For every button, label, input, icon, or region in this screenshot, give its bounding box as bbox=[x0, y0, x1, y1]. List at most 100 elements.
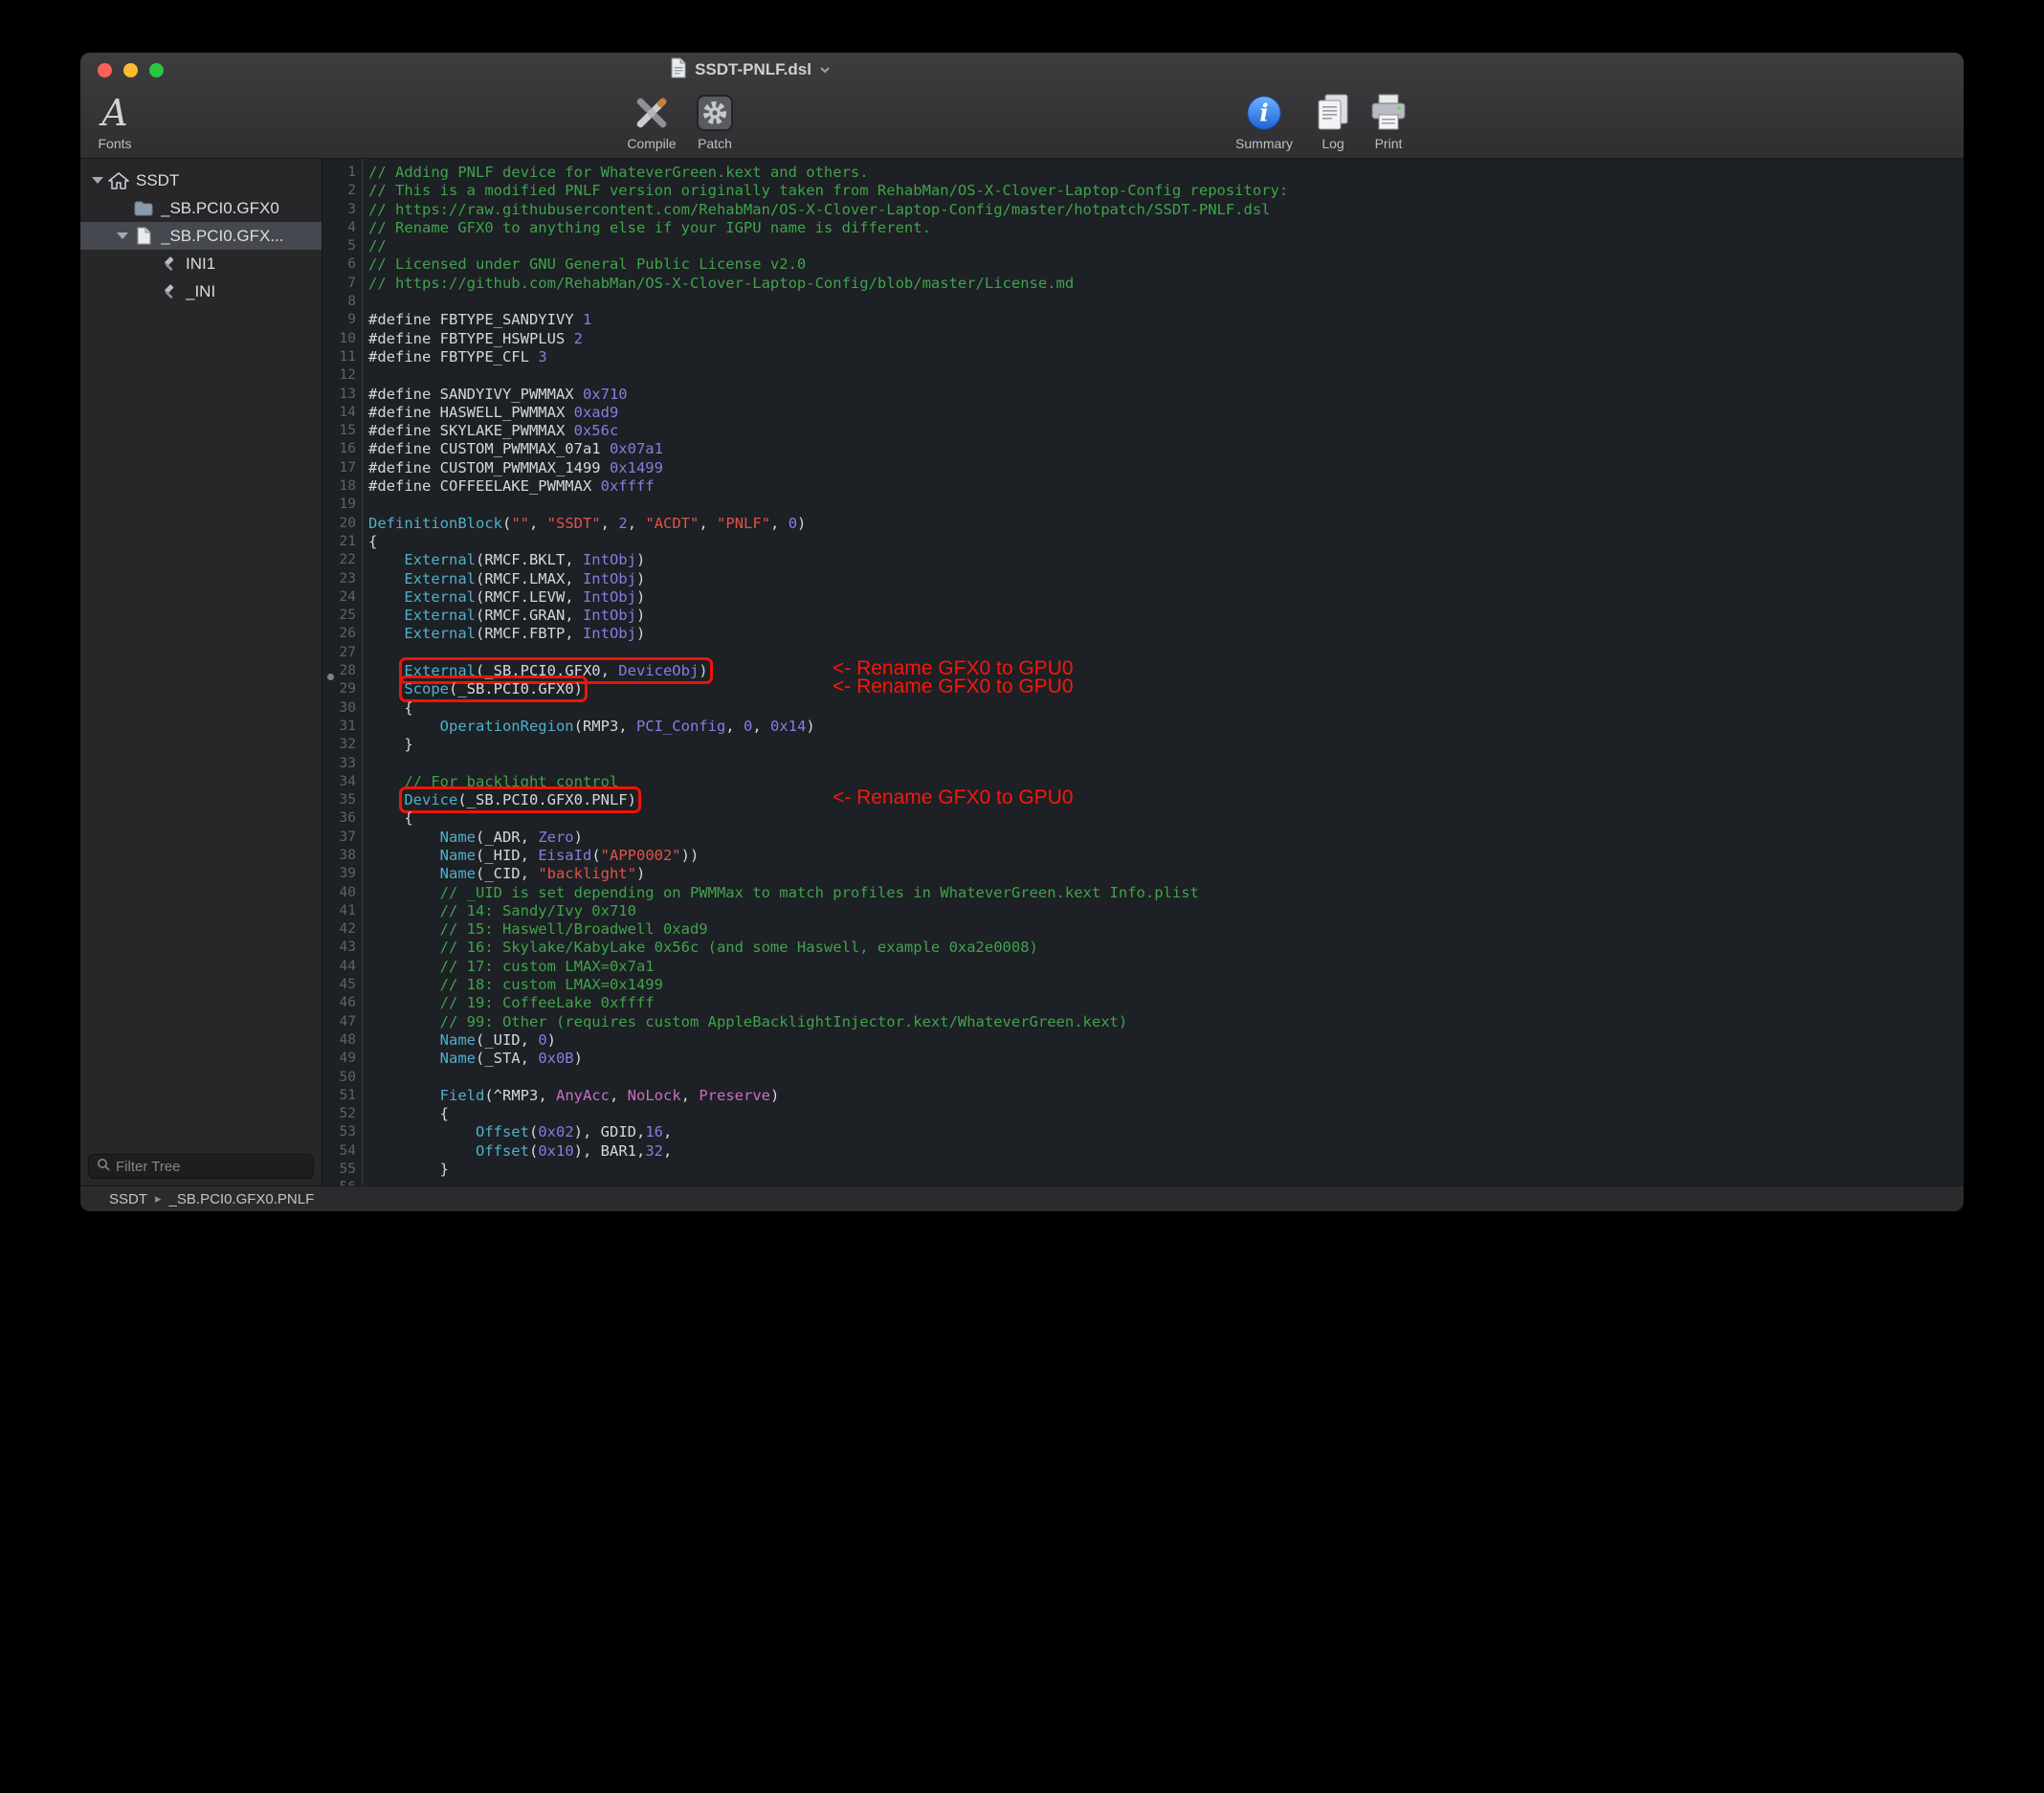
chevron-down-icon[interactable] bbox=[819, 61, 831, 78]
code-line[interactable]: 46 // 19: CoffeeLake 0xffff bbox=[322, 994, 1964, 1012]
code-line[interactable]: 39 Name(_CID, "backlight") bbox=[322, 865, 1964, 883]
code-line[interactable]: 15#define SKYLAKE_PWMMAX 0x56c bbox=[322, 422, 1964, 440]
sidebar-item-ini1[interactable]: INI1 bbox=[80, 250, 322, 277]
code-line[interactable]: 3// https://raw.githubusercontent.com/Re… bbox=[322, 201, 1964, 219]
code-line[interactable]: 28 External(_SB.PCI0.GFX0, DeviceObj)<- … bbox=[322, 662, 1964, 680]
code-line[interactable]: 22 External(RMCF.BKLT, IntObj) bbox=[322, 551, 1964, 569]
code-line[interactable]: 14#define HASWELL_PWMMAX 0xad9 bbox=[322, 404, 1964, 422]
line-number: 48 bbox=[322, 1031, 356, 1050]
code-line[interactable]: 38 Name(_HID, EisaId("APP0002")) bbox=[322, 847, 1964, 865]
code-text: DefinitionBlock("", "SSDT", 2, "ACDT", "… bbox=[356, 515, 806, 533]
code-line[interactable]: 9#define FBTYPE_SANDYIVY 1 bbox=[322, 311, 1964, 329]
sidebar-item-sb-pci0-gfx[interactable]: _SB.PCI0.GFX... bbox=[80, 222, 322, 250]
code-line[interactable]: 13#define SANDYIVY_PWMMAX 0x710 bbox=[322, 386, 1964, 404]
line-number: 25 bbox=[322, 607, 356, 625]
code-line[interactable]: 5// bbox=[322, 237, 1964, 255]
annotation-note: <- Rename GFX0 to GPU0 bbox=[833, 788, 1074, 807]
code-line[interactable]: 50 bbox=[322, 1069, 1964, 1087]
code-line[interactable]: 56 bbox=[322, 1179, 1964, 1185]
sidebar-item-ssdt[interactable]: SSDT bbox=[80, 166, 322, 194]
code-text: External(RMCF.LEVW, IntObj) bbox=[356, 588, 645, 607]
code-line[interactable]: 55 } bbox=[322, 1161, 1964, 1179]
code-line[interactable]: 6// Licensed under GNU General Public Li… bbox=[322, 255, 1964, 274]
code-line[interactable]: 23 External(RMCF.LMAX, IntObj) bbox=[322, 570, 1964, 588]
status-crumb[interactable]: _SB.PCI0.GFX0.PNLF bbox=[169, 1191, 315, 1207]
disclosure-triangle-icon[interactable] bbox=[88, 177, 107, 184]
filter-tree-field[interactable] bbox=[88, 1154, 314, 1179]
code-line[interactable]: 29 Scope(_SB.PCI0.GFX0)<- Rename GFX0 to… bbox=[322, 680, 1964, 698]
code-line[interactable]: 20DefinitionBlock("", "SSDT", 2, "ACDT",… bbox=[322, 515, 1964, 533]
code-line[interactable]: 32 } bbox=[322, 736, 1964, 754]
code-line[interactable]: 53 Offset(0x02), GDID,16, bbox=[322, 1123, 1964, 1141]
code-line[interactable]: 52 { bbox=[322, 1105, 1964, 1123]
code-line[interactable]: 8 bbox=[322, 293, 1964, 311]
code-editor[interactable]: 1// Adding PNLF device for WhateverGreen… bbox=[322, 159, 1964, 1185]
log-button[interactable]: Log bbox=[1311, 92, 1355, 151]
code-line[interactable]: 47 // 99: Other (requires custom AppleBa… bbox=[322, 1013, 1964, 1031]
code-line[interactable]: 51 Field(^RMP3, AnyAcc, NoLock, Preserve… bbox=[322, 1087, 1964, 1105]
summary-button[interactable]: i Summary bbox=[1221, 92, 1307, 151]
sidebar-item-label: _INI bbox=[186, 282, 215, 301]
code-line[interactable]: 7// https://github.com/RehabMan/OS-X-Clo… bbox=[322, 275, 1964, 293]
code-line[interactable]: 54 Offset(0x10), BAR1,32, bbox=[322, 1142, 1964, 1161]
code-line[interactable]: 48 Name(_UID, 0) bbox=[322, 1031, 1964, 1050]
filter-tree-input[interactable] bbox=[116, 1159, 306, 1175]
code-line[interactable]: 27 bbox=[322, 644, 1964, 662]
code-line[interactable]: 43 // 16: Skylake/KabyLake 0x56c (and so… bbox=[322, 939, 1964, 957]
patch-button[interactable]: Patch bbox=[681, 92, 748, 151]
code-line[interactable]: 16#define CUSTOM_PWMMAX_07a1 0x07a1 bbox=[322, 440, 1964, 458]
code-text: Offset(0x10), BAR1,32, bbox=[356, 1142, 672, 1161]
code-line[interactable]: 37 Name(_ADR, Zero) bbox=[322, 829, 1964, 847]
code-line[interactable]: 24 External(RMCF.LEVW, IntObj) bbox=[322, 588, 1964, 607]
code-line[interactable]: 21{ bbox=[322, 533, 1964, 551]
code-line[interactable]: 10#define FBTYPE_HSWPLUS 2 bbox=[322, 330, 1964, 348]
code-line[interactable]: 12 bbox=[322, 366, 1964, 385]
zoom-button[interactable] bbox=[149, 63, 164, 77]
main-content: SSDT _SB.PCI0.GFX0_SB.PCI0.GFX...INI1 _INI… bbox=[80, 159, 1964, 1185]
code-line[interactable]: 44 // 17: custom LMAX=0x7a1 bbox=[322, 958, 1964, 976]
fonts-button[interactable]: A Fonts bbox=[88, 92, 142, 151]
sidebar-item-sb-pci0-gfx0[interactable]: _SB.PCI0.GFX0 bbox=[80, 194, 322, 222]
code-line[interactable]: 45 // 18: custom LMAX=0x1499 bbox=[322, 976, 1964, 994]
code-text: Device(_SB.PCI0.GFX0.PNLF)<- Rename GFX0… bbox=[356, 791, 636, 809]
sidebar-item-ini[interactable]: _INI bbox=[80, 277, 322, 305]
minimize-button[interactable] bbox=[123, 63, 138, 77]
line-number: 49 bbox=[322, 1050, 356, 1068]
code-line[interactable]: 40 // _UID is set depending on PWMMax to… bbox=[322, 884, 1964, 902]
line-number: 52 bbox=[322, 1105, 356, 1123]
code-line[interactable]: 36 { bbox=[322, 809, 1964, 828]
summary-info-icon: i bbox=[1244, 92, 1284, 134]
print-button[interactable]: Print bbox=[1365, 92, 1412, 151]
code-line[interactable]: 41 // 14: Sandy/Ivy 0x710 bbox=[322, 902, 1964, 920]
code-line[interactable]: 18#define COFFEELAKE_PWMMAX 0xffff bbox=[322, 477, 1964, 496]
code-line[interactable]: 26 External(RMCF.FBTP, IntObj) bbox=[322, 625, 1964, 643]
code-line[interactable]: 19 bbox=[322, 496, 1964, 514]
code-line[interactable]: 33 bbox=[322, 755, 1964, 773]
code-line[interactable]: 11#define FBTYPE_CFL 3 bbox=[322, 348, 1964, 366]
code-line[interactable]: 1// Adding PNLF device for WhateverGreen… bbox=[322, 164, 1964, 182]
code-line[interactable]: 2// This is a modified PNLF version orig… bbox=[322, 182, 1964, 200]
window-title-group[interactable]: SSDT-PNLF.dsl bbox=[670, 53, 831, 87]
line-number: 56 bbox=[322, 1179, 356, 1185]
code-text: External(_SB.PCI0.GFX0, DeviceObj)<- Ren… bbox=[356, 662, 708, 680]
close-button[interactable] bbox=[98, 63, 112, 77]
code-line[interactable]: 17#define CUSTOM_PWMMAX_1499 0x1499 bbox=[322, 459, 1964, 477]
code-line[interactable]: 49 Name(_STA, 0x0B) bbox=[322, 1050, 1964, 1068]
code-line[interactable]: 34 // For backlight control bbox=[322, 773, 1964, 791]
code-line[interactable]: 31 OperationRegion(RMP3, PCI_Config, 0, … bbox=[322, 718, 1964, 736]
line-number: 54 bbox=[322, 1142, 356, 1161]
code-text bbox=[356, 366, 368, 385]
annotation-highlight-box: Scope(_SB.PCI0.GFX0) bbox=[404, 680, 583, 697]
code-line[interactable]: 35 Device(_SB.PCI0.GFX0.PNLF)<- Rename G… bbox=[322, 791, 1964, 809]
titlebar[interactable]: SSDT-PNLF.dsl bbox=[80, 53, 1964, 87]
code-line[interactable]: 30 { bbox=[322, 699, 1964, 718]
compile-icon bbox=[631, 92, 673, 134]
status-crumb[interactable]: SSDT bbox=[109, 1191, 147, 1207]
code-line[interactable]: 42 // 15: Haswell/Broadwell 0xad9 bbox=[322, 920, 1964, 939]
disclosure-triangle-icon[interactable] bbox=[113, 232, 132, 239]
window-title: SSDT-PNLF.dsl bbox=[695, 60, 811, 79]
compile-label: Compile bbox=[627, 136, 676, 151]
code-line[interactable]: 4// Rename GFX0 to anything else if your… bbox=[322, 219, 1964, 237]
code-line[interactable]: 25 External(RMCF.GRAN, IntObj) bbox=[322, 607, 1964, 625]
sidebar-item-label: SSDT bbox=[136, 171, 179, 190]
